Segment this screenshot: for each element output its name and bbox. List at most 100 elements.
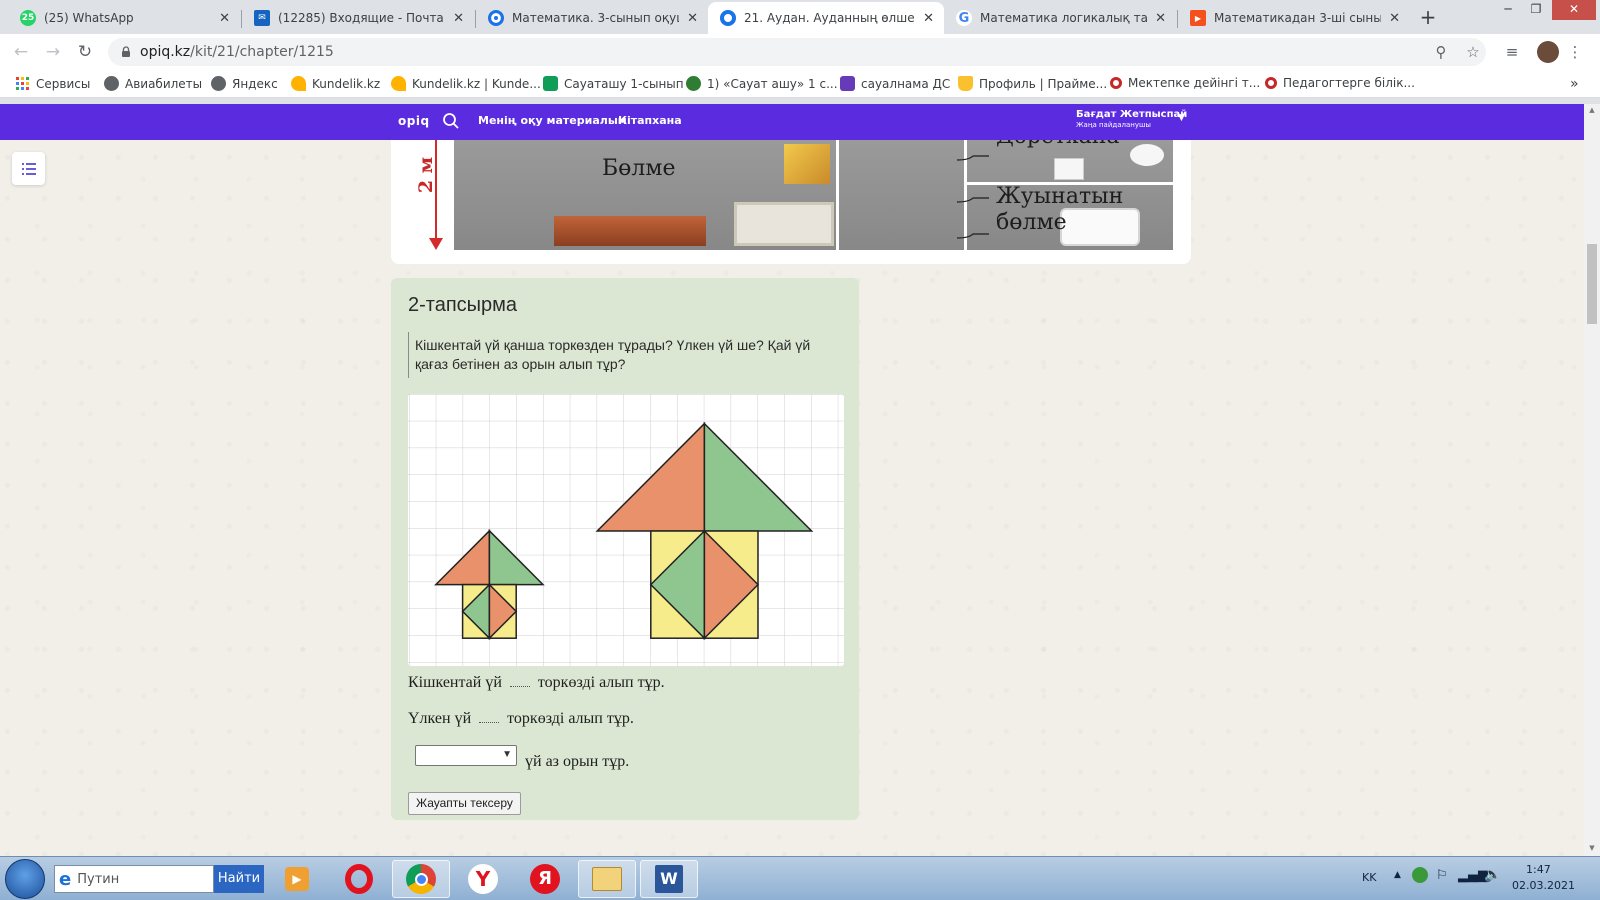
tab-slides[interactable]: ▶ Математикадан 3-ші сыныпқа ✕ — [1178, 2, 1410, 34]
chrome-icon[interactable] — [392, 860, 450, 898]
browser-toolbar: ← → ↻ opiq.kz/kit/21/chapter/1215 ⚲ ☆ ≡ … — [0, 34, 1600, 70]
kundelik-icon — [291, 76, 306, 91]
whatsapp-icon: 25 — [20, 10, 36, 26]
close-icon[interactable]: ✕ — [453, 11, 464, 26]
restore-button[interactable]: ❐ — [1522, 0, 1550, 20]
house-grid-svg — [408, 394, 844, 666]
forward-arrow-icon[interactable]: → — [42, 41, 64, 63]
ie-icon: e — [59, 868, 72, 890]
opiq-icon — [488, 10, 504, 26]
kebab-menu-icon[interactable]: ⋮ — [1566, 43, 1584, 61]
reload-icon[interactable]: ↻ — [74, 41, 96, 63]
tab-mail[interactable]: ✉ (12285) Входящие - Почта Mail.ru ✕ — [242, 2, 474, 34]
bookmark-aviatickets[interactable]: Авиабилеты — [104, 76, 202, 91]
profile-avatar[interactable] — [1537, 41, 1559, 63]
windows-taskbar: e Путин Найти ▶ Y Я W KK ▲ ⚐ ▂▄▆ 🔈 1:47 … — [0, 856, 1600, 900]
mail-icon: ✉ — [254, 10, 270, 26]
slides-icon: ▶ — [1190, 10, 1206, 26]
media-queue-icon[interactable]: ≡ — [1503, 43, 1521, 61]
task-question: Кішкентай үй қанша торкөзден тұрады? Үлк… — [408, 332, 836, 378]
scroll-thumb[interactable] — [1587, 244, 1597, 324]
tab-google-logic[interactable]: G Математика логикалық тапсыр ✕ — [944, 2, 1176, 34]
bathroom-label-line1: Жуынатын — [996, 184, 1124, 209]
globe-icon — [211, 76, 226, 91]
opiq-logo[interactable]: opiq — [398, 114, 430, 128]
nav-my-materials[interactable]: Менің оқу материалым — [478, 114, 627, 127]
house-select[interactable]: ▼ — [415, 745, 517, 766]
bookmark-teachers[interactable]: Педагогтерге білік... — [1265, 76, 1415, 90]
bookmark-preschool[interactable]: Мектепке дейінгі т... — [1110, 76, 1260, 90]
scroll-down-icon[interactable]: ▼ — [1587, 844, 1597, 852]
word-icon[interactable]: W — [640, 860, 698, 898]
check-answer-button[interactable]: Жауапты тексеру — [408, 792, 521, 815]
close-icon[interactable]: ✕ — [1155, 11, 1166, 26]
close-icon[interactable]: ✕ — [923, 11, 934, 26]
house-grid-figure — [408, 394, 844, 666]
bathtub-shape — [1060, 208, 1140, 246]
close-icon[interactable]: ✕ — [687, 11, 698, 26]
bookmark-survey[interactable]: сауалнама ДС — [840, 76, 950, 91]
opiq-icon — [720, 10, 736, 26]
star-icon[interactable]: ☆ — [1464, 43, 1482, 61]
wardrobe-shape — [784, 144, 830, 184]
nav-library[interactable]: Кітапхана — [618, 114, 682, 127]
search-icon[interactable] — [442, 112, 460, 130]
start-button[interactable] — [5, 859, 45, 899]
bookmark-kundelik-2[interactable]: Kundelik.kz | Kunde... — [391, 76, 541, 91]
big-house-answer-input[interactable] — [479, 709, 500, 723]
window-close-button[interactable]: ✕ — [1552, 0, 1596, 20]
sheet-icon — [543, 76, 558, 91]
bookmark-yandex[interactable]: Яндекс — [211, 76, 278, 91]
tab-whatsapp[interactable]: 25 (25) WhatsApp ✕ — [8, 2, 240, 34]
media-player-icon[interactable]: ▶ — [268, 860, 326, 898]
tab-strip: 25 (25) WhatsApp ✕ ✉ (12285) Входящие - … — [0, 0, 1600, 34]
bookmark-kundelik[interactable]: Kundelik.kz — [291, 76, 380, 91]
site-header: opiq Менің оқу материалым Кітапхана Бағд… — [0, 104, 1584, 140]
bookmark-sauatashu[interactable]: Сауаташу 1-сынып — [543, 76, 684, 91]
taskbar-search-field[interactable]: e Путин — [54, 865, 214, 893]
measure-label: 2 м — [415, 156, 438, 194]
clock-time[interactable]: 1:47 — [1526, 863, 1551, 876]
volume-icon[interactable]: 🔈 — [1484, 867, 1501, 883]
language-indicator[interactable]: KK — [1362, 871, 1376, 884]
clock-date[interactable]: 02.03.2021 — [1512, 879, 1575, 892]
bookmark-profile[interactable]: Профиль | Прайме... — [958, 76, 1107, 91]
user-menu[interactable]: Бағдат Жетпыспай Жаңа пайдаланушы — [1076, 109, 1187, 129]
zoom-icon[interactable]: ⚲ — [1432, 43, 1450, 61]
small-house-answer-input[interactable] — [509, 673, 530, 687]
taskbar-find-button[interactable]: Найти — [214, 865, 264, 893]
chevron-down-icon[interactable]: ▼ — [1178, 113, 1185, 123]
bookmarks-bar: Сервисы Авиабилеты Яндекс Kundelik.kz Ku… — [0, 70, 1600, 98]
opera-icon[interactable] — [330, 860, 388, 898]
search-icon — [1110, 77, 1122, 89]
tray-app-icon[interactable] — [1412, 867, 1428, 883]
close-icon[interactable]: ✕ — [219, 11, 230, 26]
back-arrow-icon[interactable]: ← — [10, 41, 32, 63]
sofa-shape — [734, 202, 834, 246]
action-center-flag-icon[interactable]: ⚐ — [1436, 868, 1448, 883]
table-of-contents-button[interactable] — [12, 152, 45, 185]
label-connectors — [956, 155, 989, 239]
minimize-button[interactable]: ─ — [1494, 0, 1522, 20]
bookmark-sauat-ashu[interactable]: 1) «Сауат ашу» 1 с... — [686, 76, 838, 91]
tab-math-grade3[interactable]: Математика. 3-сынып оқушыла ✕ — [476, 2, 708, 34]
address-bar[interactable]: opiq.kz/kit/21/chapter/1215 — [108, 38, 1486, 66]
close-icon[interactable]: ✕ — [1389, 11, 1400, 26]
task-card: 2-тапсырма Кішкентай үй қанша торкөзден … — [391, 278, 859, 820]
room-label: Бөлме — [602, 156, 676, 181]
bed-shape — [554, 216, 706, 246]
kundelik-icon — [391, 76, 406, 91]
bookmarks-overflow-icon[interactable]: » — [1570, 76, 1579, 92]
sink-shape — [1130, 144, 1164, 166]
page-scrollbar[interactable]: ▲ ▼ — [1584, 104, 1600, 856]
tray-expand-icon[interactable]: ▲ — [1394, 870, 1401, 880]
file-explorer-icon[interactable] — [578, 860, 636, 898]
scroll-up-icon[interactable]: ▲ — [1587, 106, 1597, 114]
yandex-icon[interactable]: Я — [516, 860, 574, 898]
tab-area-active[interactable]: 21. Аудан. Ауданның өлшем бі ✕ — [708, 2, 944, 34]
new-tab-button[interactable]: + — [1414, 6, 1442, 30]
lock-icon — [122, 46, 130, 57]
bookmark-services[interactable]: Сервисы — [15, 76, 90, 91]
yandex-browser-icon[interactable]: Y — [454, 860, 512, 898]
big-house-sentence: Үлкен үй торкөзді алып тұр. — [408, 709, 634, 727]
